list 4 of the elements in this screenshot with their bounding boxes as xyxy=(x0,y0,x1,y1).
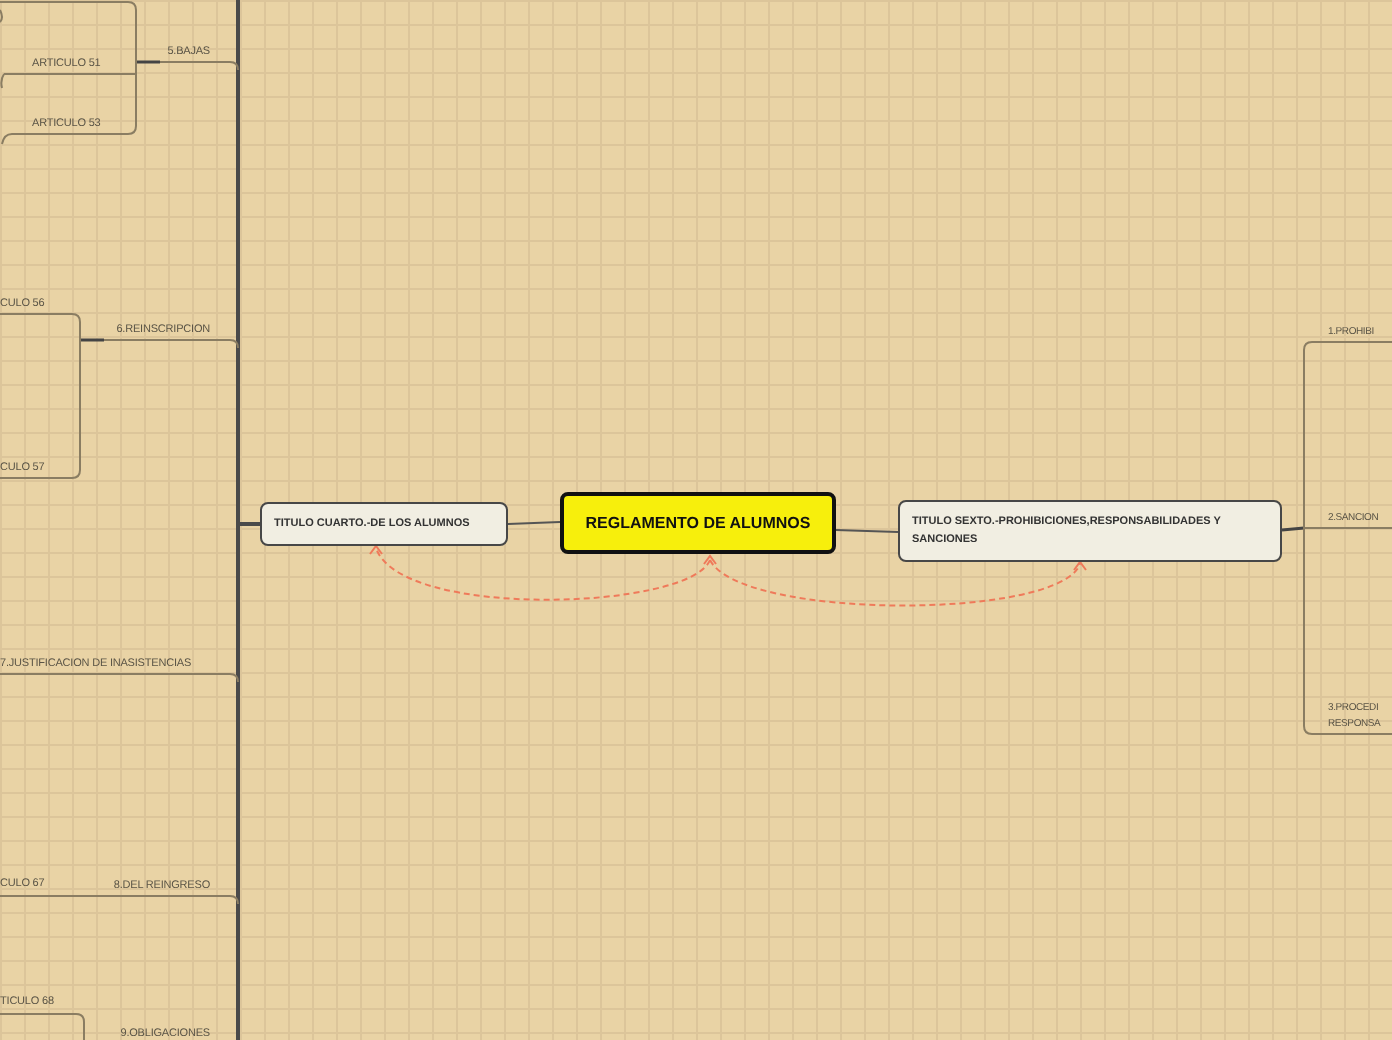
connector-line xyxy=(835,529,899,533)
central-topic[interactable]: REGLAMENTO DE ALUMNOS xyxy=(560,492,836,554)
connector-line xyxy=(507,521,561,525)
connector-line xyxy=(0,1013,85,1040)
